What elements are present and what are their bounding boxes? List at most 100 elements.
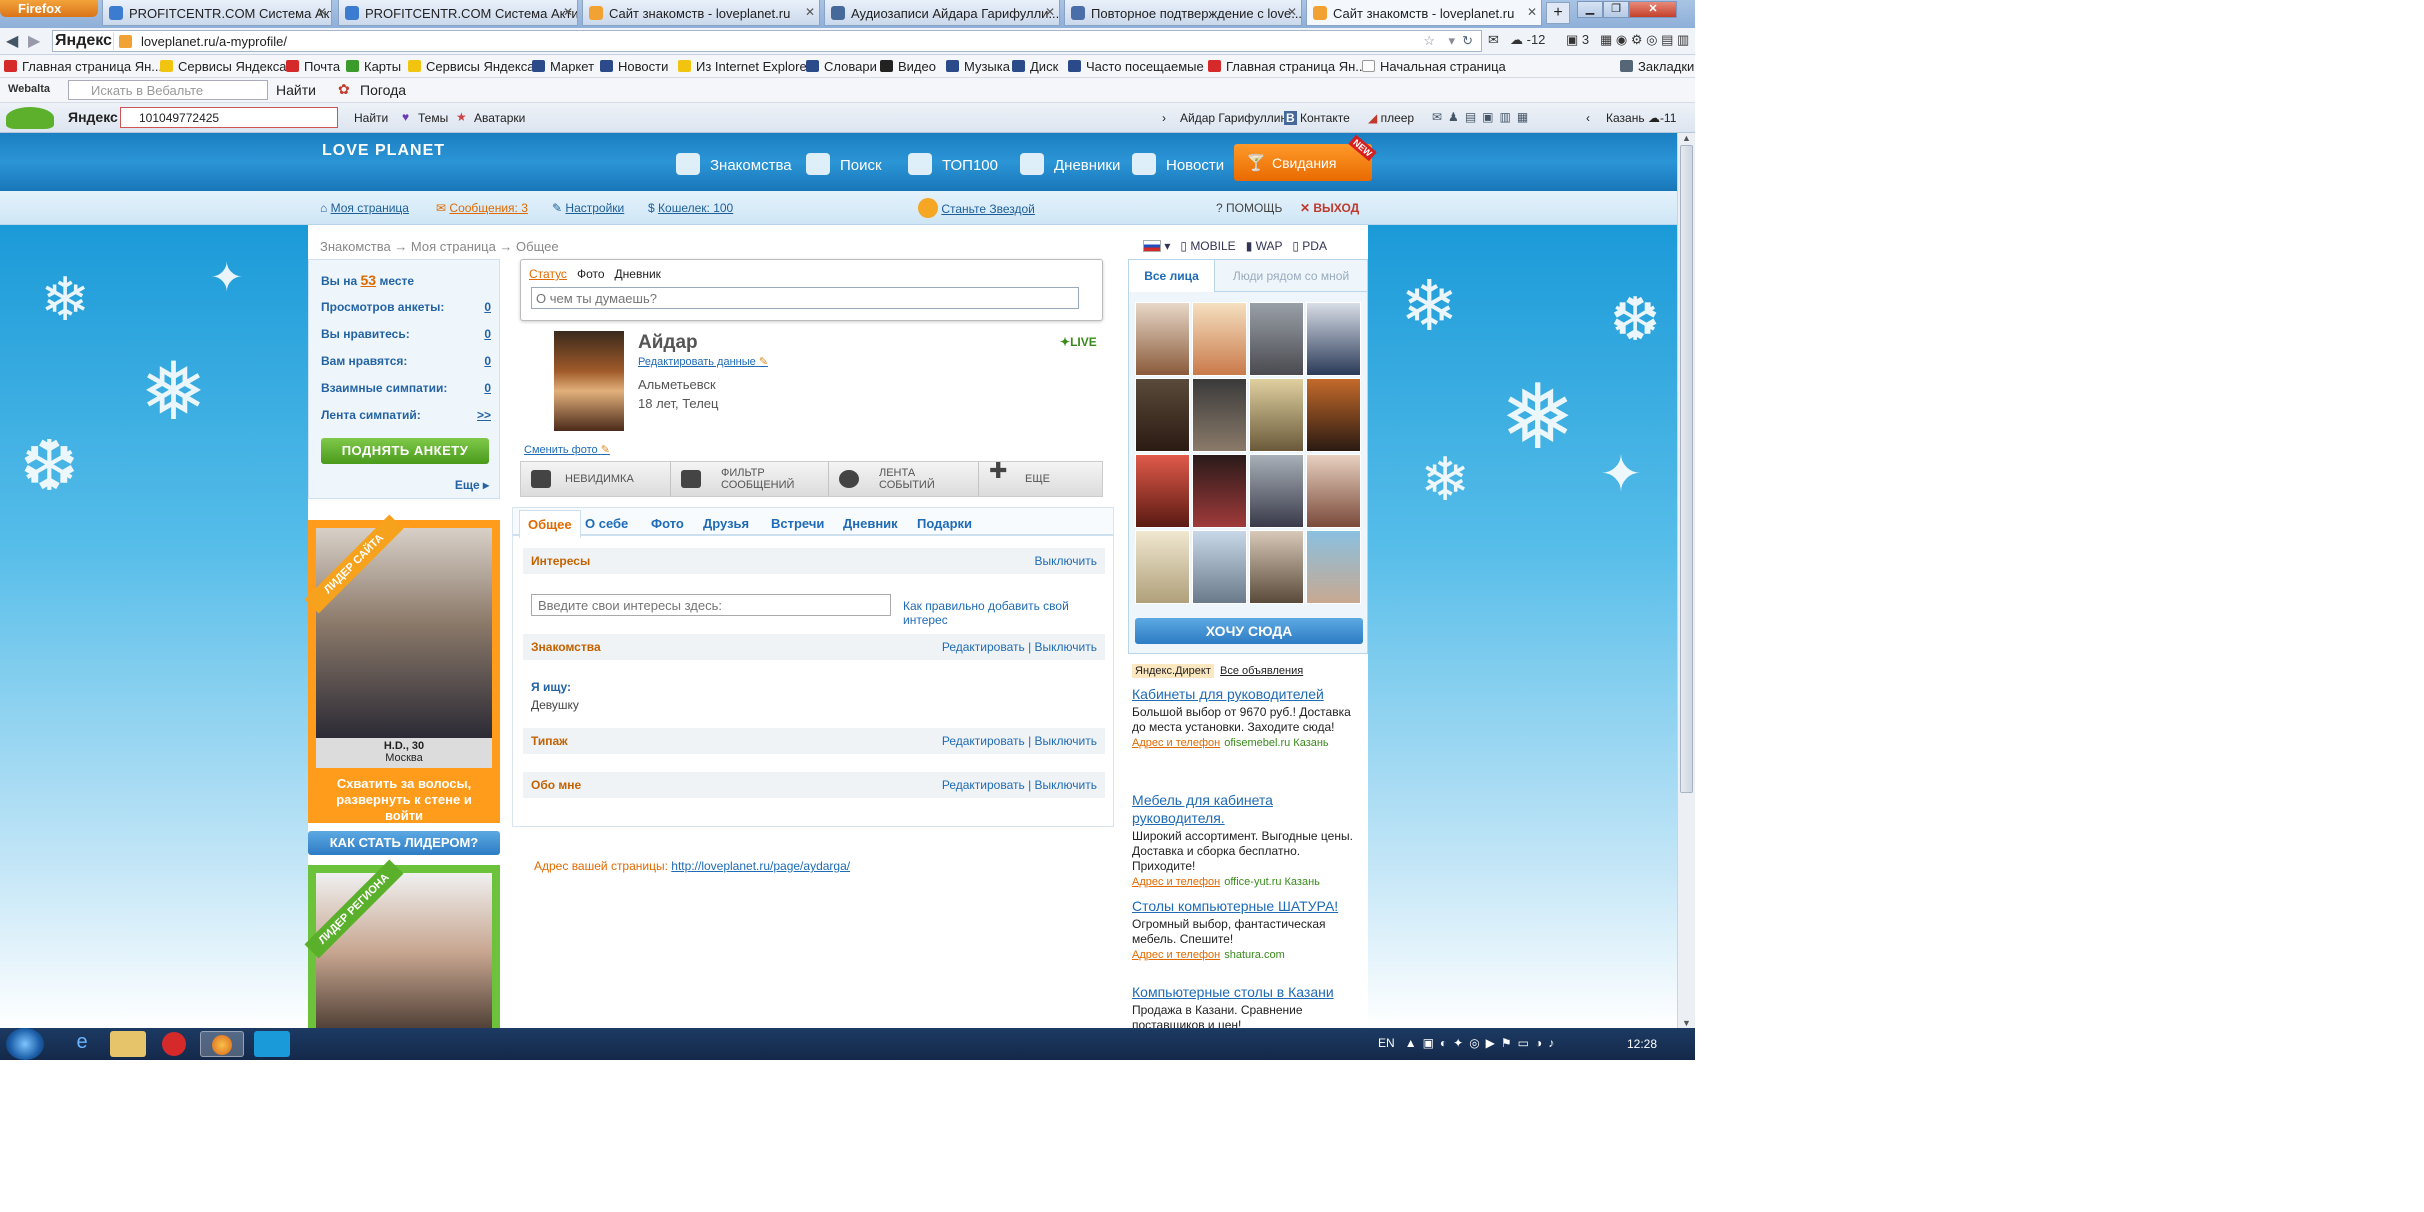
live-badge[interactable]: ✦LIVE xyxy=(1060,335,1097,349)
breadcrumb[interactable]: Знакомства → Моя страница → Общее xyxy=(320,239,559,254)
chevron-right-icon[interactable]: › xyxy=(1162,111,1166,125)
how-add-interest-link[interactable]: Как правильно добавить свой интерес xyxy=(903,599,1113,627)
yandex-search-input[interactable]: 101049772425 xyxy=(120,107,338,128)
star-link[interactable]: Станьте Звездой xyxy=(918,198,1035,218)
tray-icons[interactable]: ▲▣◐✦◎▶⚑▭◑♪ xyxy=(1405,1036,1561,1050)
how-to-become-leader-button[interactable]: КАК СТАТЬ ЛИДЕРОМ? xyxy=(308,831,500,855)
ie-icon[interactable]: e xyxy=(64,1031,100,1057)
site-identity-icon[interactable] xyxy=(119,35,132,48)
want-here-button[interactable]: ХОЧУ СЮДА xyxy=(1135,618,1363,644)
face-thumbnail[interactable] xyxy=(1135,530,1190,604)
forward-icon[interactable]: ▶ xyxy=(28,31,40,51)
face-thumbnail[interactable] xyxy=(1306,454,1361,528)
page-url-link[interactable]: http://loveplanet.ru/page/aydarga/ xyxy=(671,859,850,873)
mobile-link[interactable]: ▯ MOBILE xyxy=(1180,239,1235,253)
stat-mutual[interactable]: Взаимные симпатии: 0 xyxy=(321,381,491,395)
tab-people-nearby[interactable]: Люди рядом со мной xyxy=(1215,260,1367,292)
mail-count-icon[interactable]: ▣ 3 xyxy=(1566,32,1589,48)
bookmark-item[interactable]: Музыка xyxy=(946,59,1010,74)
stat-liked-by[interactable]: Вы нравитесь: 0 xyxy=(321,327,491,341)
rank-value[interactable]: 53 xyxy=(361,272,377,288)
interests-input[interactable] xyxy=(531,594,891,616)
russian-flag-icon[interactable] xyxy=(1143,240,1161,252)
avatars-button[interactable]: Аватарки xyxy=(474,111,525,125)
browser-tab[interactable]: Повторное подтверждение с love... ✕ xyxy=(1064,0,1302,26)
site-leader-card[interactable]: ЛИДЕР САЙТА H.D., 30 Москва Схватить за в… xyxy=(304,514,500,823)
scrollbar-thumb[interactable] xyxy=(1680,145,1693,793)
section-action[interactable]: Выключить xyxy=(1035,554,1097,568)
weather-link[interactable]: Погода xyxy=(360,82,406,98)
back-icon[interactable]: ◀ xyxy=(6,31,18,51)
nav-dating[interactable]: Знакомства xyxy=(676,153,792,175)
bookmark-item[interactable]: Новости xyxy=(600,59,668,74)
status-input[interactable] xyxy=(531,287,1079,309)
events-feed-button[interactable]: ЛЕНТА СОБЫТИЙ xyxy=(829,462,979,496)
change-photo-link[interactable]: Сменить фото ✎ xyxy=(524,443,610,456)
avatar[interactable] xyxy=(554,331,624,431)
ads-source[interactable]: Яндекс.Директ xyxy=(1132,664,1214,678)
tab-diary[interactable]: Дневник xyxy=(843,516,898,531)
my-page-link[interactable]: ⌂ Моя страница xyxy=(320,201,409,215)
city-weather[interactable]: Казань ☁-11 xyxy=(1606,111,1676,125)
close-icon[interactable]: ✕ xyxy=(805,5,815,19)
bookmark-item[interactable]: Карты xyxy=(346,59,401,74)
face-thumbnail[interactable] xyxy=(1249,378,1304,452)
browser-tab[interactable]: PROFITCENTR.COM Система Акти... ✕ xyxy=(338,0,578,26)
bookmarks-menu[interactable]: Закладки xyxy=(1620,59,1694,74)
help-link[interactable]: ? ПОМОЩЬ xyxy=(1216,201,1282,215)
stat-views[interactable]: Просмотров анкеты: 0 xyxy=(321,300,491,314)
toolbar-extension-icon[interactable]: ▦ ◉ ⚙ ◎ ▤ ▥ xyxy=(1600,32,1689,48)
bookmark-item[interactable]: Сервисы Яндекса xyxy=(408,59,534,74)
more-button[interactable]: ✚ ЕЩЕ xyxy=(979,460,1103,496)
region-leader-photo[interactable] xyxy=(316,873,492,1028)
nav-news[interactable]: Новости xyxy=(1132,153,1224,175)
bookmark-item[interactable]: Сервисы Яндекса xyxy=(160,59,286,74)
stat-value[interactable]: 0 xyxy=(484,381,491,395)
face-thumbnail[interactable] xyxy=(1249,302,1304,376)
stat-value[interactable]: 0 xyxy=(484,300,491,314)
tab-meetings[interactable]: Встречи xyxy=(771,516,824,531)
face-thumbnail[interactable] xyxy=(1306,530,1361,604)
browser-tab[interactable]: Аудиозаписи Айдара Гарифулли... ✕ xyxy=(824,0,1060,26)
nav-search[interactable]: Поиск xyxy=(806,153,882,175)
edit-data-link[interactable]: Редактировать данные ✎ xyxy=(638,355,768,368)
invisible-button[interactable]: НЕВИДИМКА xyxy=(521,462,671,496)
firefox-menu-button[interactable]: Firefox xyxy=(0,0,98,17)
tab-diary[interactable]: Дневник xyxy=(615,267,661,281)
ad-domain[interactable]: office-yut.ru Казань xyxy=(1224,876,1320,888)
reload-icon[interactable]: ↻ xyxy=(1462,33,1473,49)
nav-dates-button[interactable]: 🍸 Свидания NEW xyxy=(1234,134,1377,181)
toolbar-extension-icon[interactable]: ✉♟▤▣▥▦ xyxy=(1432,110,1534,124)
close-icon[interactable]: ✕ xyxy=(1045,5,1055,19)
face-thumbnail[interactable] xyxy=(1306,302,1361,376)
section-action[interactable]: Редактировать | Выключить xyxy=(942,734,1097,748)
more-link[interactable]: Еще ▸ xyxy=(455,478,489,492)
browser-tab[interactable]: PROFITCENTR.COM Система Акти... ✕ xyxy=(102,0,332,26)
webalta-find-button[interactable]: Найти xyxy=(276,82,316,98)
browser-tab-active[interactable]: Сайт знакомств - loveplanet.ru ✕ xyxy=(1306,0,1542,26)
clock[interactable]: 12:28 xyxy=(1627,1037,1657,1051)
bookmark-item[interactable]: Главная страница Ян... xyxy=(4,59,162,74)
browser-tab[interactable]: Сайт знакомств - loveplanet.ru ✕ xyxy=(582,0,820,26)
wap-link[interactable]: ▮ WAP xyxy=(1246,239,1283,253)
chevron-left-icon[interactable]: ‹ xyxy=(1586,111,1590,125)
bookmark-item[interactable]: Начальная страница xyxy=(1362,59,1506,74)
face-thumbnail[interactable] xyxy=(1192,454,1247,528)
themes-button[interactable]: Темы xyxy=(418,111,448,125)
weather-icon[interactable]: ☁ -12 xyxy=(1510,32,1545,48)
tab-general[interactable]: Общее xyxy=(519,510,581,539)
scroll-up-icon[interactable]: ▲ xyxy=(1682,133,1691,143)
pda-link[interactable]: ▯ PDA xyxy=(1292,239,1327,253)
skype-icon[interactable] xyxy=(254,1031,290,1057)
media-icon[interactable] xyxy=(162,1032,186,1056)
ad-contact-link[interactable]: Адрес и телефон xyxy=(1132,737,1220,749)
scroll-down-icon[interactable]: ▼ xyxy=(1682,1018,1691,1028)
exit-link[interactable]: ✕ ВЫХОД xyxy=(1300,201,1359,215)
tab-photo[interactable]: Фото xyxy=(651,516,684,531)
bookmark-item[interactable]: Почта xyxy=(286,59,340,74)
yandex-find-button[interactable]: Найти xyxy=(354,111,388,125)
tab-friends[interactable]: Друзья xyxy=(703,516,749,531)
ad-domain[interactable]: shatura.com xyxy=(1224,949,1285,961)
ad-contact-link[interactable]: Адрес и телефон xyxy=(1132,949,1220,961)
nav-top100[interactable]: ТОП100 xyxy=(908,153,998,175)
